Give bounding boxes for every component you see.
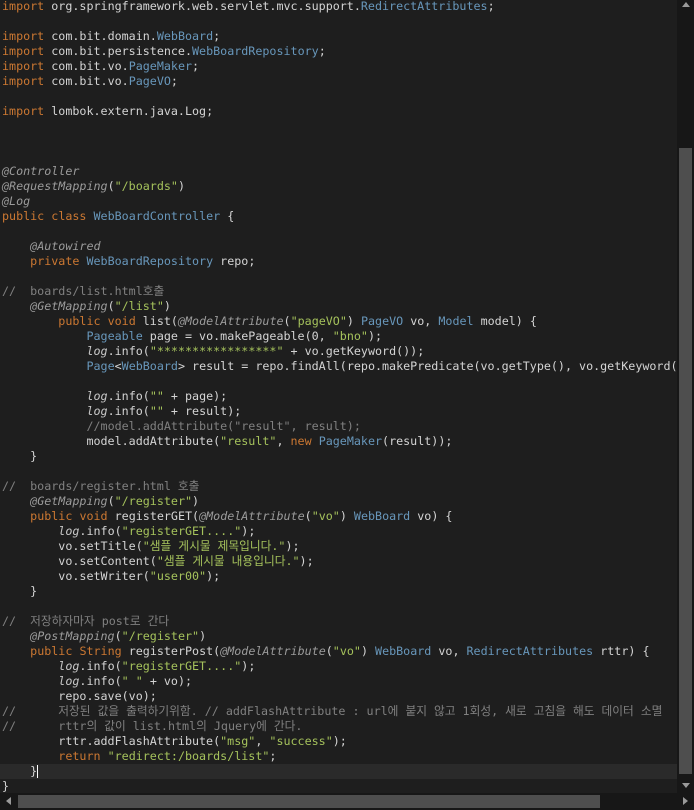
code-line[interactable]: // boards/list.html호출 xyxy=(2,284,164,299)
code-line[interactable]: Pageable page = vo.makePageable(0, "bno"… xyxy=(2,329,382,344)
code-line[interactable]: import com.bit.domain.WebBoard; xyxy=(2,29,220,44)
scroll-left-arrow-icon[interactable] xyxy=(6,797,11,805)
scroll-up-arrow-icon[interactable] xyxy=(682,2,690,7)
code-line[interactable]: vo.setContent("샘플 게시물 내용입니다."); xyxy=(2,554,313,569)
vertical-scrollbar-thumb[interactable] xyxy=(679,148,692,774)
code-line[interactable]: // 저장된 값을 출력하기위함. // addFlashAttribute :… xyxy=(2,704,662,719)
code-line[interactable]: vo.setWriter("user00"); xyxy=(2,569,220,584)
code-line[interactable]: } xyxy=(0,764,677,779)
code-line[interactable]: @RequestMapping("/boards") xyxy=(2,179,185,194)
code-line[interactable]: public String registerPost(@ModelAttribu… xyxy=(2,644,649,659)
code-line[interactable]: import com.bit.vo.PageMaker; xyxy=(2,59,199,74)
code-line[interactable]: repo.save(vo); xyxy=(2,689,157,704)
code-line[interactable]: vo.setTitle("샘플 게시물 제목입니다."); xyxy=(2,539,299,554)
code-line[interactable]: log.info("" + result); xyxy=(2,404,241,419)
scroll-down-arrow-icon[interactable] xyxy=(682,783,690,788)
scroll-right-arrow-icon[interactable] xyxy=(683,797,688,805)
code-line[interactable]: return "redirect:/boards/list"; xyxy=(2,749,276,764)
code-line[interactable]: @Controller xyxy=(2,164,79,179)
code-line[interactable]: @Autowired xyxy=(2,239,100,254)
code-line[interactable]: @GetMapping("/list") xyxy=(2,299,171,314)
code-line[interactable]: Page<WebBoard> result = repo.findAll(rep… xyxy=(2,359,677,374)
code-line[interactable]: // 저장하자마자 post로 간다 xyxy=(2,614,169,629)
code-line[interactable]: } xyxy=(2,779,9,793)
code-line[interactable]: log.info("registerGET...."); xyxy=(2,659,255,674)
code-line[interactable]: import lombok.extern.java.Log; xyxy=(2,104,213,119)
code-line[interactable]: @GetMapping("/register") xyxy=(2,494,199,509)
code-line[interactable]: private WebBoardRepository repo; xyxy=(2,254,255,269)
code-line[interactable]: import org.springframework.web.servlet.m… xyxy=(2,0,495,14)
code-line[interactable]: } xyxy=(2,584,37,599)
code-line[interactable]: @PostMapping("/register") xyxy=(2,629,206,644)
code-line[interactable]: import com.bit.vo.PageVO; xyxy=(2,74,178,89)
code-line[interactable]: rttr.addFlashAttribute("msg", "success")… xyxy=(2,734,347,749)
code-line[interactable]: model.addAttribute("result", new PageMak… xyxy=(2,434,452,449)
code-line[interactable]: import com.bit.persistence.WebBoardRepos… xyxy=(2,44,326,59)
code-line[interactable]: public void list(@ModelAttribute("pageVO… xyxy=(2,314,537,329)
text-caret xyxy=(37,765,39,778)
code-line[interactable]: log.info("*****************" + vo.getKey… xyxy=(2,344,424,359)
code-line[interactable]: @Log xyxy=(2,194,30,209)
code-line[interactable]: log.info("registerGET...."); xyxy=(2,524,255,539)
horizontal-scrollbar-thumb[interactable] xyxy=(18,795,600,808)
code-line[interactable]: public void registerGET(@ModelAttribute(… xyxy=(2,509,452,524)
code-line[interactable]: log.info(" " + vo); xyxy=(2,674,192,689)
code-line[interactable]: // boards/register.html 호출 xyxy=(2,479,199,494)
code-line[interactable]: // rttr의 값이 list.html의 Jquery에 간다. xyxy=(2,719,302,734)
code-line[interactable]: } xyxy=(2,449,37,464)
code-editor[interactable]: import org.springframework.web.servlet.m… xyxy=(0,0,677,793)
code-line[interactable]: //model.addAttribute("result", result); xyxy=(2,419,360,434)
code-line[interactable]: log.info("" + page); xyxy=(2,389,227,404)
code-line[interactable]: public class WebBoardController { xyxy=(2,209,234,224)
